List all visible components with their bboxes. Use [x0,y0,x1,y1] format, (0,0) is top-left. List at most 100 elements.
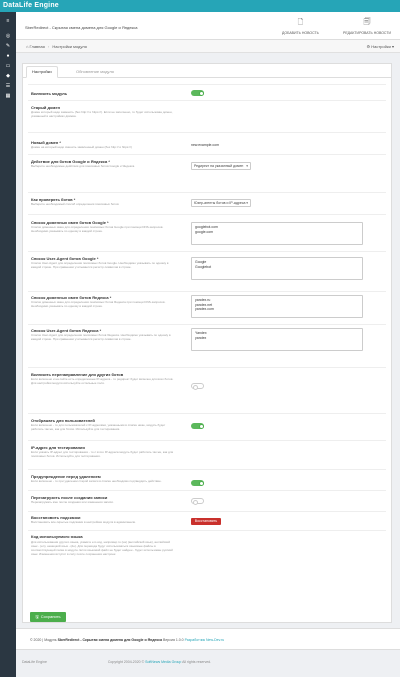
google-hosts-textarea[interactable]: googlebot.com google.com [191,222,363,245]
show-users-toggle[interactable] [191,423,204,429]
edit-file-icon: 🗐 [363,19,371,26]
setting-yandex-hosts: Список доменных имен ботов Яндекса * Спи… [28,291,386,324]
breadcrumb-current: Настройки модуля [52,44,87,49]
bottom-copyright: Copyright 2004-2020 © SoftNews Media Gro… [108,660,211,664]
save-label: Сохранить [40,614,61,619]
wrench-icon[interactable]: ✎ [5,43,11,49]
setting-show-users: Отображать для пользователей Если включе… [28,413,386,440]
setting-restore: Восстановить подсказки Восстановить все … [28,511,386,530]
setting-description: Если включено и на сайте есть определенн… [31,377,174,385]
bottom-rights: All rights reserved. [182,660,212,664]
toggle-knob [198,90,204,96]
restore-button[interactable]: Восстановить [191,518,221,525]
select-value: Юзер-агенты ботов и IP-адреса [194,201,246,205]
setting-enable-module: Включить модуль [28,84,386,100]
toggle-knob [192,499,198,505]
setting-reload-after: Перезагрузить после создания записи Пере… [28,490,386,511]
setting-description: Выберите необходимые действия для поиско… [31,164,135,168]
warn-delete-toggle[interactable] [191,480,204,486]
google-ua-textarea[interactable]: Google Googlebot [191,257,363,280]
user-icon[interactable]: ● [5,53,11,59]
footer-module-name: SberRedirect - Скрытая смена домена для … [57,638,163,642]
setting-old-domain: Старый домен Домен который надо заменить… [28,100,386,132]
enable-module-toggle[interactable] [191,90,204,96]
monitor-icon[interactable]: ▭ [5,63,11,69]
page-title: SberRedirect - Скрытая смена домена для … [25,25,138,30]
setting-description: Если включено - то для пользователей с I… [31,423,166,431]
setting-other-bots: Включить перенаправление для других бото… [28,367,386,413]
page-header: SberRedirect - Скрытая смена домена для … [16,12,400,40]
add-news-button[interactable]: 🗋 ДОБАВИТЬ НОВОСТЬ [282,18,319,35]
bot-action-select[interactable]: Редирект на указанный домен ▾ [191,162,251,170]
gear-icon: ⚙ [366,44,371,49]
setting-yandex-ua: Список User-Agent ботов Яндекса * Список… [28,324,386,367]
check-bots-select[interactable]: Юзер-агенты ботов и IP-адреса ▾ [191,199,251,207]
brand-logo[interactable]: DataLife Engine [3,2,59,9]
bottom-company-link[interactable]: SoftNews Media Group [145,660,181,664]
add-file-icon: 🗋 [297,19,304,26]
toggle-knob [192,384,198,390]
textarea-line: google.com [195,229,214,234]
setting-new-domain: Новый домен * Домен на который надо смен… [28,132,386,154]
setting-google-ua: Список User-Agent ботов Google * Список … [28,251,386,291]
page-footer: © 2020 | Модуль SberRedirect - Скрытая с… [16,628,400,650]
breadcrumb-bar: ⌂ Главная › Настройки модуля ⚙ Настройки… [16,40,400,53]
setting-bot-action: Действие для ботов Google и Яндекса * Вы… [28,154,386,192]
setting-warn-delete: Предупреждение перед удалением Если вклю… [28,469,386,490]
setting-description: Список User-Agent для определения поиско… [31,261,169,269]
yandex-hosts-textarea[interactable]: yandex.ru yandex.net yandex.com [191,295,363,318]
setting-check-bots: Как проверять ботов * Выберите необходим… [28,192,386,214]
textarea-line: yandex [195,335,207,340]
setting-description: Домен который надо заменить (без http://… [31,110,173,118]
reload-after-toggle[interactable] [191,498,204,505]
setting-label: Включить модуль [31,91,68,96]
setting-description: Домен на который надо сменить заявленный… [31,145,132,149]
chevron-down-icon: ▾ [391,44,394,49]
other-bots-toggle[interactable] [191,383,204,390]
footer-version: Версия 1.0.0 [163,638,184,642]
toggle-knob [198,423,204,429]
bottom-bar: DataLife Engine Copyright 2004-2020 © So… [22,660,211,664]
select-value: Редирект на указанный домен [194,164,244,168]
settings-panel: Настройки Обновление модуля Включить мод… [22,63,392,623]
yandex-ua-textarea[interactable]: Yandex yandex [191,328,363,351]
footer-copyright: © 2020 | Модуль [30,638,57,642]
dashboard-icon[interactable]: ◎ [5,33,11,39]
setting-description: Список доменных имен для определения пои… [31,300,166,308]
settings-dropdown[interactable]: ⚙ Настройки ▾ [367,44,394,49]
tag-icon[interactable]: ◆ [5,73,11,79]
setting-description: Список User-Agent для определения поиско… [31,333,171,341]
calendar-icon[interactable]: ▦ [5,93,11,99]
bottom-copyright-text: Copyright 2004-2020 © [107,660,145,664]
chevron-down-icon: ▾ [246,164,248,168]
footer-text: © 2020 | Модуль SberRedirect - Скрытая с… [30,638,224,642]
edit-news-button[interactable]: 🗐 РЕДАКТИРОВАТЬ НОВОСТИ [343,18,391,35]
new-domain-input[interactable]: new.example.com [191,143,219,147]
list-icon[interactable]: ☰ [5,83,11,89]
footer-developer-link[interactable]: Разработчик New-Dev.ru [185,638,225,642]
setting-description: Перезагружать кэш после создания или изм… [31,500,114,504]
tab-module-update[interactable]: Обновление модуля [71,67,119,76]
menu-icon[interactable]: ≡ [5,18,11,24]
setting-google-hosts: Список доменных имен ботов Google * Спис… [28,214,386,251]
setting-description: Выберите необходимый способ определения … [31,202,119,206]
save-button[interactable]: 🖫 Сохранить [30,612,66,622]
tab-settings[interactable]: Настройки [26,66,58,78]
setting-description: Восстановить все скрытые подсказки в нас… [31,520,137,524]
toggle-knob [198,480,204,486]
breadcrumb: ⌂ Главная › Настройки модуля [26,44,87,49]
setting-description: Если указать IP-адрес для тестирования -… [31,450,174,458]
tab-bar: Настройки Обновление модуля [23,64,391,78]
setting-description: Для использования другого языка, укажите… [31,540,173,556]
textarea-line: Googlebot [195,264,212,269]
setting-test-ip: IP-адрес для тестирования Если указать I… [28,440,386,469]
setting-lang-code: Код используемого языка Для использовани… [28,530,386,600]
save-icon: 🖫 [35,614,39,619]
bottom-engine: DataLife Engine [22,660,47,664]
breadcrumb-separator: › [47,44,50,49]
textarea-line: yandex.com [195,307,214,311]
home-icon: ⌂ [26,44,29,49]
setting-description: Если включено - то при удалении старой з… [31,479,162,483]
setting-description: Список доменных имен для определения пои… [31,225,164,233]
breadcrumb-home[interactable]: Главная [30,44,45,49]
